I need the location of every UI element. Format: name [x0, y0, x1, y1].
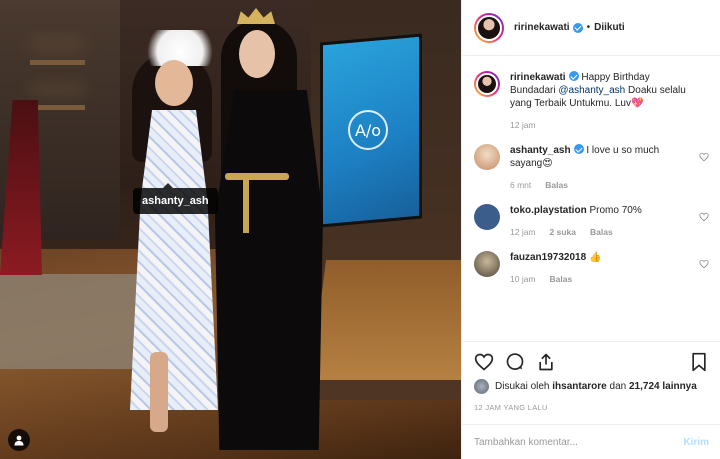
like-comment-icon[interactable]: [699, 152, 709, 162]
comment-bubble-icon[interactable]: [505, 352, 525, 372]
post-view: A/o ashanty_ash ririnekawati • Diikuti r…: [0, 0, 720, 459]
likes-summary: Disukai oleh ihsantarore dan 21,724 lain…: [474, 379, 709, 394]
likes-prefix: Disukai oleh: [495, 381, 550, 392]
caption-time[interactable]: 12 jam: [510, 119, 536, 132]
caption-username[interactable]: ririnekawati: [510, 72, 566, 83]
heart-emoji: 💖: [631, 98, 644, 109]
reply-button[interactable]: Balas: [550, 273, 573, 286]
author-username[interactable]: ririnekawati: [514, 22, 570, 33]
tagged-users-icon[interactable]: [8, 429, 30, 451]
comment-item: toko.playstation Promo 70% 12 jam 2 suka…: [474, 204, 709, 239]
like-comment-icon[interactable]: [699, 259, 709, 269]
bookmark-icon[interactable]: [689, 352, 709, 372]
send-comment-button[interactable]: Kirim: [683, 437, 709, 448]
comment-time[interactable]: 12 jam: [510, 226, 536, 239]
commenter-username[interactable]: fauzan19732018: [510, 252, 586, 263]
user-tag[interactable]: ashanty_ash: [133, 183, 218, 214]
reply-button[interactable]: Balas: [590, 226, 613, 239]
like-heart-icon[interactable]: [474, 352, 494, 372]
tv-logo: A/o: [348, 110, 388, 150]
caption-mention-link[interactable]: @ashanty_ash: [558, 85, 625, 96]
comment-item: ashanty_ash I love u so much sayang😍 6 m…: [474, 144, 709, 192]
person-icon: [14, 435, 24, 446]
post-header: ririnekawati • Diikuti: [462, 0, 720, 56]
follow-status-button[interactable]: Diikuti: [594, 22, 625, 33]
author-avatar[interactable]: [474, 12, 504, 43]
commenter-avatar[interactable]: [474, 251, 500, 277]
verified-icon: [568, 71, 579, 81]
comment-time[interactable]: 10 jam: [510, 273, 536, 286]
comment-likes[interactable]: 2 suka: [550, 226, 576, 239]
commenter-avatar[interactable]: [474, 204, 500, 230]
likes-count[interactable]: 21,724 lainnya: [629, 381, 697, 392]
comment-emoji: 😍: [542, 158, 553, 169]
commenter-avatar[interactable]: [474, 144, 500, 170]
like-comment-icon[interactable]: [699, 212, 709, 222]
likes-middle: dan: [606, 381, 629, 392]
liker-avatar[interactable]: [474, 379, 489, 394]
comment-text: Promo 70%: [589, 205, 642, 216]
user-tag-label: ashanty_ash: [142, 195, 209, 207]
reply-button[interactable]: Balas: [545, 179, 568, 192]
comment-item: fauzan19732018 👍 10 jam Balas: [474, 251, 709, 286]
post-photo[interactable]: A/o ashanty_ash: [0, 0, 461, 459]
verified-icon: [572, 22, 583, 33]
shelf: [30, 105, 85, 110]
post-timestamp[interactable]: 12 JAM YANG LALU: [474, 403, 709, 412]
share-icon[interactable]: [536, 352, 556, 372]
verified-icon: [573, 144, 584, 154]
caption: ririnekawati Happy Birthday Bundadari @a…: [474, 71, 709, 132]
post-sidebar: ririnekawati • Diikuti ririnekawati Happ…: [461, 0, 720, 459]
commenter-username[interactable]: toko.playstation: [510, 205, 587, 216]
separator: •: [586, 22, 591, 33]
commenter-username[interactable]: ashanty_ash: [510, 145, 571, 156]
post-actions: Disukai oleh ihsantarore dan 21,724 lain…: [462, 341, 720, 412]
shelf: [30, 60, 85, 65]
liker-username[interactable]: ihsantarore: [552, 381, 606, 392]
comments-list[interactable]: ririnekawati Happy Birthday Bundadari @a…: [462, 57, 720, 341]
wall-light: [311, 260, 461, 380]
person-white-dress: [122, 22, 222, 442]
comment-input[interactable]: [474, 436, 684, 448]
person-black-dress: [215, 8, 325, 453]
add-comment-bar: Kirim: [462, 424, 720, 459]
comment-emoji: 👍: [588, 252, 602, 263]
comment-time[interactable]: 6 mnt: [510, 179, 531, 192]
caption-avatar[interactable]: [474, 71, 500, 97]
